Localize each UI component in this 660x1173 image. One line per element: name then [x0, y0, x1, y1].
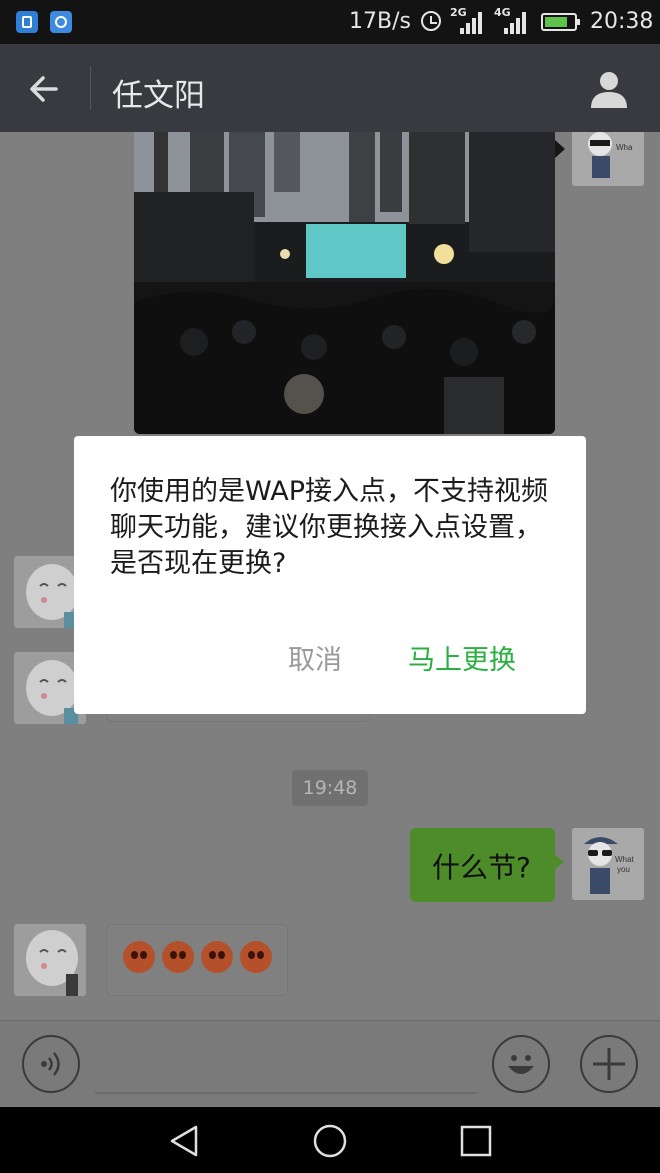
- chat-image[interactable]: [134, 132, 555, 434]
- voice-button[interactable]: [22, 1035, 80, 1093]
- cartoon-boy-avatar: What you: [572, 828, 644, 900]
- blushing-emoji-icon: [240, 941, 272, 973]
- alarm-icon: [421, 11, 441, 31]
- blushing-emoji-icon: [123, 941, 155, 973]
- avatar[interactable]: What you: [572, 828, 644, 900]
- page-title: 任文阳: [112, 78, 205, 114]
- network-speed: 17B/s: [349, 9, 411, 34]
- arrow-left-icon[interactable]: [26, 71, 62, 107]
- title-bar: 任文阳: [0, 44, 660, 132]
- smiley-icon: [508, 1055, 534, 1074]
- back-triangle-icon[interactable]: [164, 1121, 204, 1161]
- signal-label: 2G: [450, 6, 467, 19]
- signal-label: 4G: [494, 6, 511, 19]
- blushing-emoji-icon: [201, 941, 233, 973]
- dialog-message: 你使用的是WAP接入点，不支持视频聊天功能，建议你更换接入点设置，是否现在更换?: [110, 476, 548, 579]
- emoji-message-bubble[interactable]: [106, 924, 288, 996]
- voice-icon: [41, 1052, 60, 1076]
- signal-icon: 2G: [450, 6, 486, 34]
- app-notification-icon: [16, 11, 38, 33]
- divider: [90, 66, 91, 110]
- cartoon-boy-avatar: Wha: [572, 132, 644, 186]
- system-nav-bar: [0, 1107, 660, 1173]
- recents-square-icon[interactable]: [456, 1121, 496, 1161]
- app-notification-icon: [50, 11, 72, 33]
- sent-message-bubble[interactable]: 什么节?: [410, 828, 564, 902]
- alert-dialog: 你使用的是WAP接入点，不支持视频聊天功能，建议你更换接入点设置，是否现在更换?…: [74, 436, 586, 714]
- outdoor-screening-photo: [134, 132, 555, 434]
- avatar[interactable]: Wha: [572, 132, 644, 186]
- signal-icon: 4G: [494, 6, 530, 34]
- clock: 20:38: [590, 9, 654, 34]
- svg-text:you: you: [617, 865, 630, 874]
- svg-text:Wha: Wha: [616, 143, 633, 152]
- change-now-button[interactable]: 马上更换: [408, 638, 516, 677]
- bubble-tip: [555, 140, 565, 158]
- home-circle-icon[interactable]: [310, 1121, 350, 1161]
- status-bar: 17B/s 2G 4G 20:38: [0, 0, 660, 44]
- plus-icon: [593, 1048, 625, 1080]
- emoji-button[interactable]: [492, 1035, 550, 1093]
- cancel-button[interactable]: 取消: [288, 638, 342, 677]
- avatar[interactable]: [14, 924, 86, 996]
- message-input[interactable]: [95, 1092, 477, 1094]
- battery-charging-icon: [541, 13, 580, 31]
- cartoon-cat-avatar: [14, 924, 86, 996]
- timestamp: 19:48: [292, 770, 368, 806]
- svg-text:What: What: [615, 855, 634, 864]
- blushing-emoji-icon: [162, 941, 194, 973]
- more-button[interactable]: [580, 1035, 638, 1093]
- input-bar: [0, 1020, 660, 1107]
- person-icon[interactable]: [588, 68, 630, 110]
